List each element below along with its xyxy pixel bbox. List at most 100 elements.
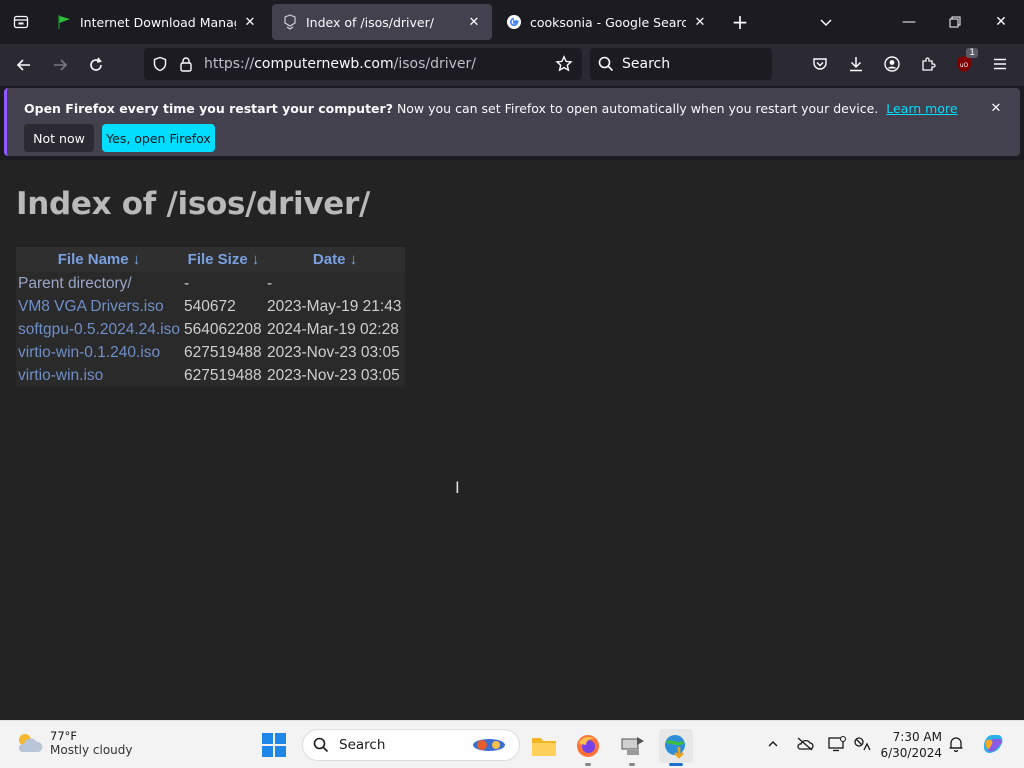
idm-taskbar-button[interactable] [659, 729, 693, 766]
extensions-button[interactable] [914, 50, 942, 78]
cloud-icon [18, 734, 43, 752]
notification-body: Now you can set Firefox to open automati… [396, 101, 879, 116]
copilot-button[interactable] [980, 731, 1006, 757]
show-hidden-icons-button[interactable] [762, 733, 784, 755]
weather-widget[interactable]: 77°F Mostly cloudy [14, 729, 133, 757]
new-tab-button[interactable]: + [726, 8, 754, 36]
table-header-row: File Name ↓ File Size ↓ Date ↓ [16, 247, 406, 272]
menu-button[interactable] [986, 50, 1014, 78]
file-explorer-taskbar-button[interactable] [527, 729, 561, 763]
tab-google-search[interactable]: cooksonia - Google Search ✕ [496, 4, 718, 40]
sort-by-date-header[interactable]: Date ↓ [265, 247, 406, 272]
close-tab-icon[interactable]: ✕ [466, 14, 482, 30]
yes-open-firefox-button[interactable]: Yes, open Firefox [102, 124, 215, 152]
restore-button[interactable] [932, 0, 978, 44]
table-row: VM8 VGA Drivers.iso 540672 2023-May-19 2… [16, 295, 405, 318]
account-icon [884, 56, 900, 72]
file-name-cell[interactable]: VM8 VGA Drivers.iso [16, 295, 182, 318]
lock-icon[interactable] [176, 54, 196, 74]
table-row: virtio-win.iso 627519488 2023-Nov-23 03:… [16, 364, 405, 387]
file-link[interactable]: virtio-win-0.1.240.iso [18, 344, 160, 361]
copilot-icon [983, 735, 1003, 753]
file-size-cell: 627519488 [184, 343, 262, 361]
account-button[interactable] [878, 50, 906, 78]
file-date-cell: 2024-Mar-19 02:28 [267, 320, 399, 338]
list-all-tabs-button[interactable] [812, 8, 840, 36]
sort-by-size-header[interactable]: File Size ↓ [182, 247, 266, 272]
url-scheme: https:// [204, 56, 255, 72]
tab-title: Index of /isos/driver/ [306, 14, 434, 30]
file-size-cell: - [184, 274, 190, 292]
folder-icon [532, 738, 556, 756]
running-indicator [585, 763, 591, 766]
pocket-button[interactable] [806, 50, 834, 78]
file-name-cell[interactable]: softgpu-0.5.2024.24.iso [16, 318, 182, 341]
parent-directory-link[interactable]: Parent directory/ [18, 275, 132, 292]
ublock-origin-button[interactable]: uO 1 [950, 48, 978, 78]
search-icon [313, 737, 329, 753]
tab-title: cooksonia - Google Search [530, 14, 686, 30]
file-link[interactable]: VM8 VGA Drivers.iso [18, 298, 164, 315]
notifications-button[interactable] [945, 733, 967, 755]
puzzle-icon [922, 57, 936, 71]
green-flag-icon [56, 14, 72, 30]
page-icon [282, 14, 298, 30]
file-date-cell: 2023-Nov-23 03:05 [267, 366, 400, 384]
arrow-left-icon [16, 59, 30, 71]
firefox-view-icon [13, 15, 29, 29]
cloud-off-icon [797, 737, 814, 751]
notification-title: Open Firefox every time you restart your… [24, 101, 393, 116]
network-tray-icon[interactable] [851, 733, 873, 755]
page-title: Index of /isos/driver/ [16, 186, 371, 222]
chevron-down-icon [820, 19, 832, 27]
minimize-icon: — [902, 14, 916, 30]
tab-index-isos-driver[interactable]: Index of /isos/driver/ ✕ [272, 4, 492, 40]
search-bar[interactable]: Search [590, 48, 772, 80]
file-date-cell: - [267, 274, 273, 292]
text-cursor-icon: I [455, 478, 460, 497]
close-window-button[interactable]: ✕ [978, 0, 1024, 44]
page-content: Index of /isos/driver/ File Name ↓ File … [0, 160, 1024, 720]
file-name-cell[interactable]: Parent directory/ [16, 272, 182, 295]
app-taskbar-button[interactable] [615, 729, 649, 766]
minimize-button[interactable]: — [886, 0, 932, 44]
start-button[interactable] [262, 733, 286, 757]
running-indicator [629, 763, 635, 766]
url-bar[interactable]: https://computernewb.com/isos/driver/ [144, 48, 582, 80]
display-tray-icon[interactable] [826, 733, 848, 755]
downloads-button[interactable] [842, 50, 870, 78]
reload-button[interactable] [81, 50, 111, 80]
bookmark-star-icon[interactable] [554, 54, 574, 74]
firefox-view-button[interactable] [0, 0, 42, 44]
monitor-icon [828, 736, 846, 752]
firefox-taskbar-button[interactable] [571, 729, 605, 766]
close-notification-icon[interactable]: ✕ [988, 100, 1004, 116]
learn-more-link[interactable]: Learn more [886, 101, 957, 116]
url-host: computernewb.com [254, 56, 394, 72]
search-icon [598, 56, 614, 72]
weather-condition: Mostly cloudy [50, 743, 133, 757]
google-icon [506, 14, 522, 30]
system-clock[interactable]: 7:30 AM 6/30/2024 [880, 729, 942, 761]
close-tab-icon[interactable]: ✕ [692, 14, 708, 30]
sort-by-name-header[interactable]: File Name ↓ [16, 247, 183, 272]
file-link[interactable]: virtio-win.iso [18, 367, 103, 384]
download-icon [850, 57, 862, 72]
onedrive-tray-icon[interactable] [794, 733, 816, 755]
url-text[interactable]: https://computernewb.com/isos/driver/ [204, 56, 476, 72]
chevron-up-icon [768, 741, 778, 747]
file-name-cell[interactable]: virtio-win-0.1.240.iso [16, 341, 182, 364]
file-link[interactable]: softgpu-0.5.2024.24.iso [18, 321, 180, 338]
file-size-cell: 564062208 [184, 320, 262, 338]
tracking-protection-shield-icon[interactable] [150, 54, 170, 74]
forward-button[interactable] [45, 50, 75, 80]
clock-date: 6/30/2024 [880, 746, 942, 760]
tab-idm[interactable]: Internet Download Manager is ✕ [46, 4, 268, 40]
not-now-button[interactable]: Not now [24, 124, 94, 152]
back-button[interactable] [9, 50, 39, 80]
close-tab-icon[interactable]: ✕ [242, 14, 258, 30]
file-name-cell[interactable]: virtio-win.iso [16, 364, 182, 387]
taskbar-search[interactable]: Search [302, 729, 520, 761]
search-highlight-icon [473, 739, 505, 751]
clock-time: 7:30 AM [892, 730, 942, 744]
